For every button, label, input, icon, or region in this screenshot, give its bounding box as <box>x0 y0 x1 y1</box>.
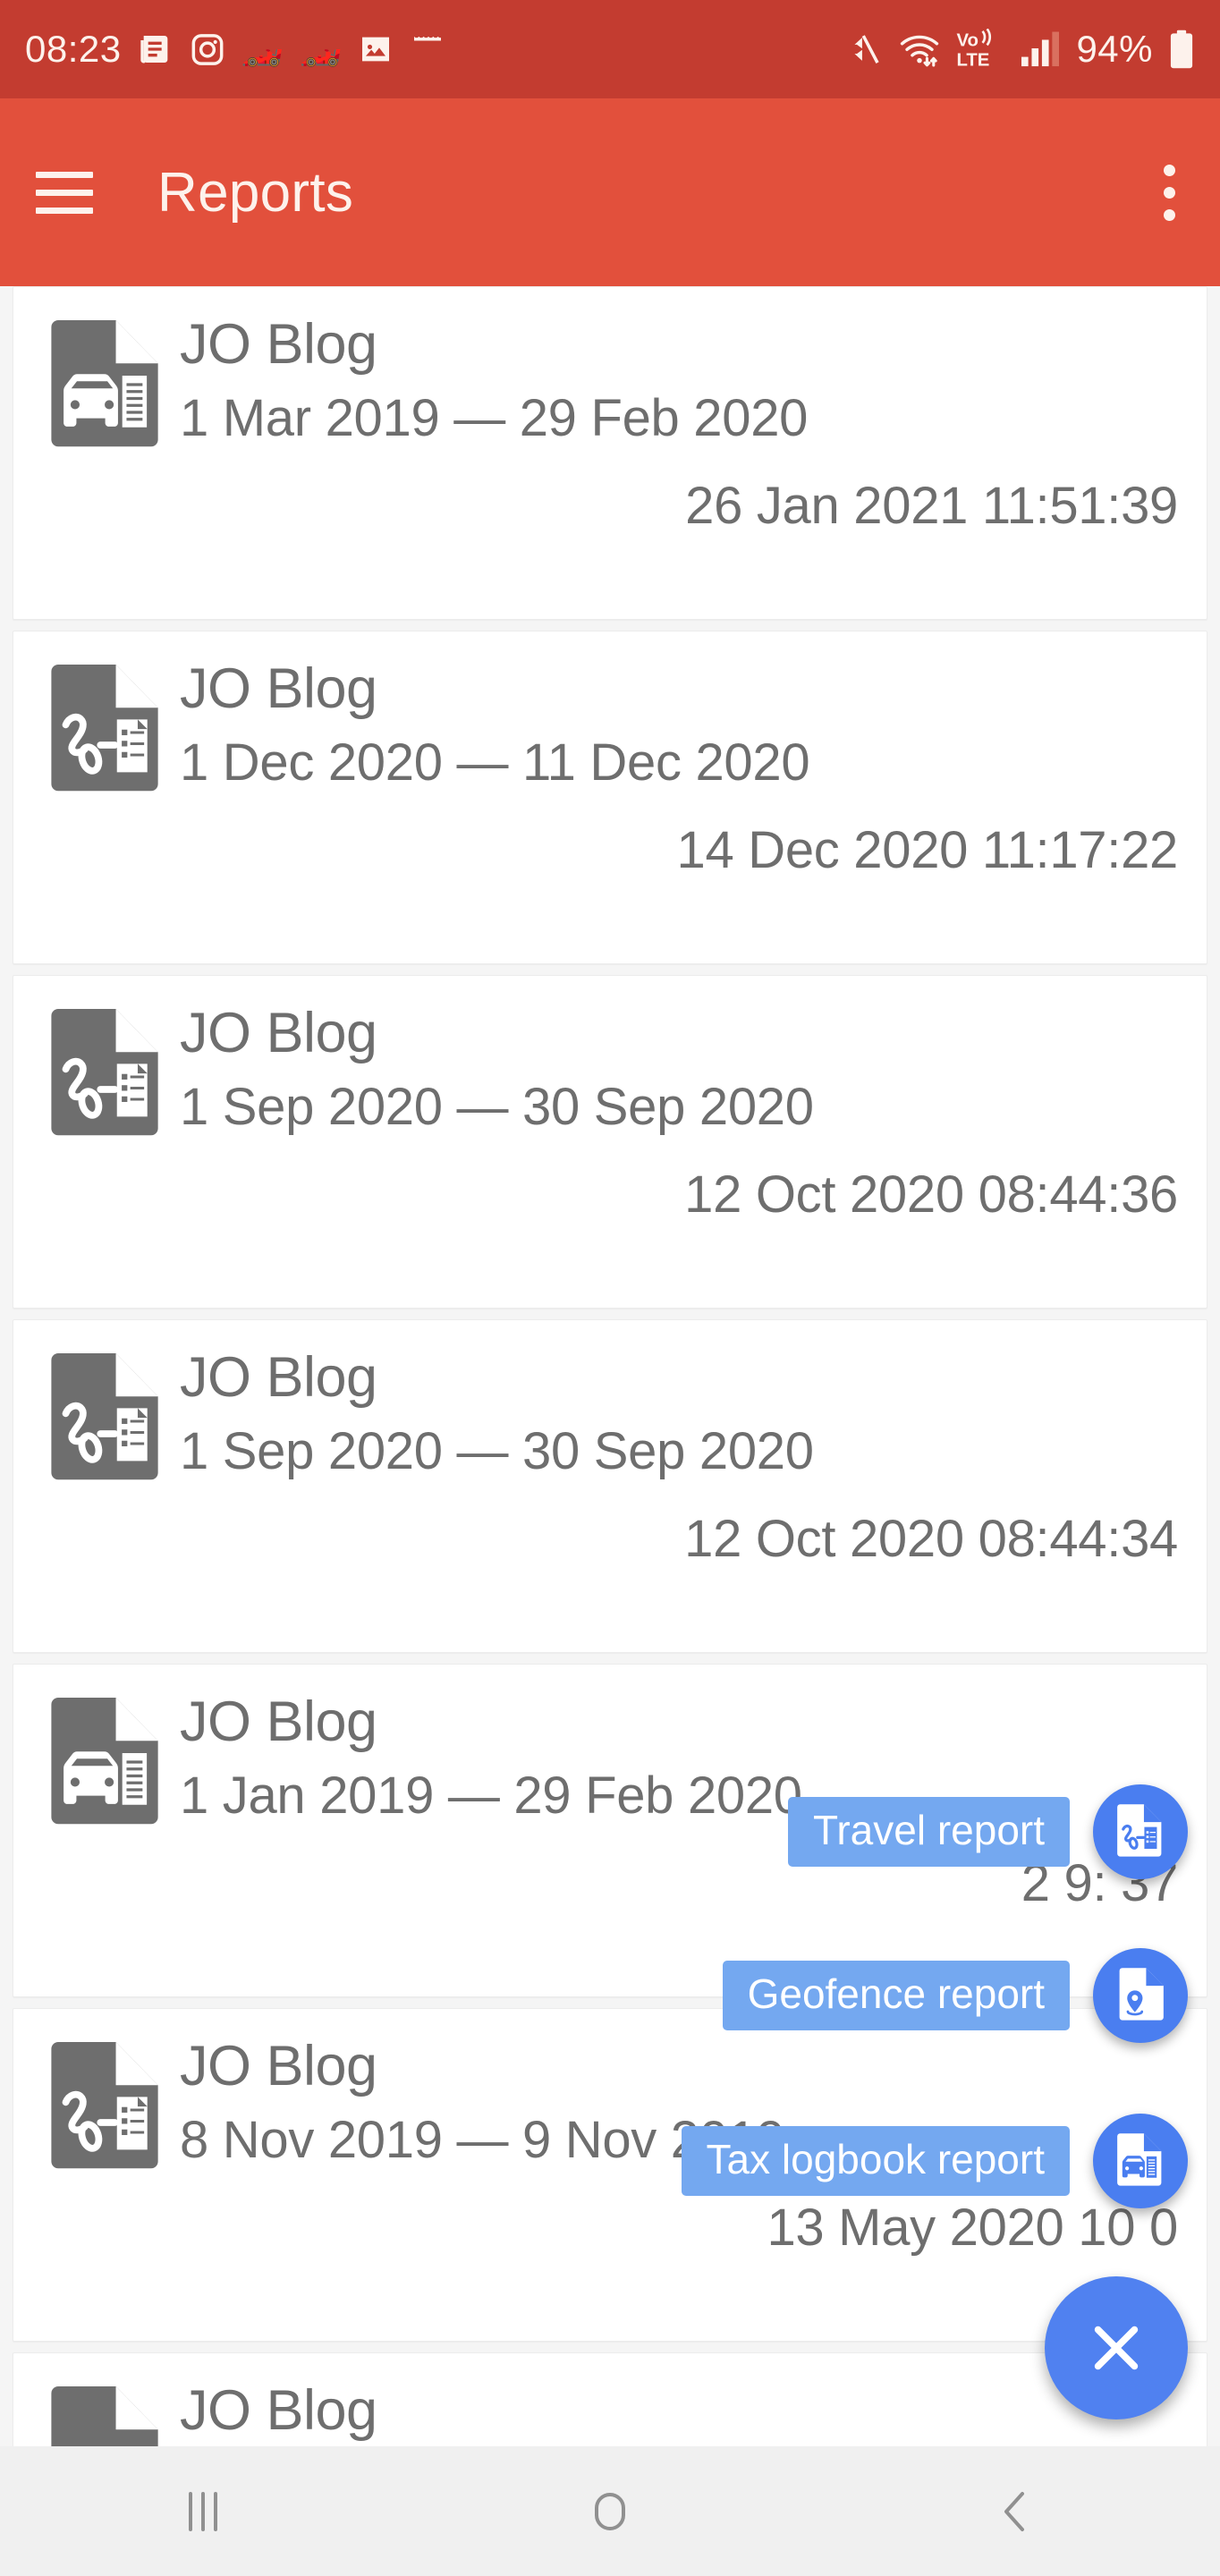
travel-document-icon <box>40 1006 174 1145</box>
news-feed-icon <box>138 30 174 68</box>
travel-document-icon <box>40 662 174 801</box>
gallery-image-icon <box>358 31 394 67</box>
travel-document-icon[interactable] <box>1093 1784 1188 1879</box>
status-bar-clock: 08:23 <box>25 28 122 70</box>
fab-action-label[interactable]: Travel report <box>787 1797 1070 1867</box>
fab-close-button[interactable] <box>1045 2276 1188 2419</box>
recents-button[interactable] <box>114 2446 292 2576</box>
wifi-icon <box>898 30 941 69</box>
tax-logbook-document-icon <box>40 318 174 456</box>
fab-action-label[interactable]: Geofence report <box>722 1961 1070 2030</box>
svg-text:Vo: Vo <box>957 30 979 50</box>
travel-document-icon <box>40 2039 174 2178</box>
status-bar-right: Vo LTE 94% <box>843 28 1195 71</box>
tax-logbook-document-icon[interactable] <box>1093 2114 1188 2208</box>
report-title: JO Blog <box>180 2035 377 2097</box>
notes-icon <box>410 31 445 68</box>
report-title: JO Blog <box>180 657 377 720</box>
signal-bars-icon <box>1020 30 1061 68</box>
report-title: JO Blog <box>180 1002 377 1064</box>
report-card[interactable]: JO Blog 1 Sep 2020 — 30 Sep 2020 12 Oct … <box>13 1319 1207 1653</box>
report-date-range: 1 Sep 2020 — 30 Sep 2020 <box>180 1078 814 1137</box>
hermes-emoji-icon: 🏎️ <box>241 30 284 68</box>
mute-icon <box>843 30 883 69</box>
home-icon <box>594 2492 625 2530</box>
svg-text:LTE: LTE <box>957 51 990 70</box>
instagram-icon <box>190 31 225 68</box>
tax-logbook-document-icon <box>40 2384 174 2446</box>
report-generated-at: 12 Oct 2020 08:44:36 <box>684 1165 1178 1224</box>
battery-icon <box>1168 30 1195 69</box>
report-card[interactable]: JO Blog 1 Mar 2019 — 29 Feb 2020 26 Jan … <box>13 286 1207 620</box>
system-navigation-bar <box>0 2446 1220 2576</box>
fab-action-geofence-report[interactable]: Geofence report <box>722 1948 1188 2043</box>
report-title: JO Blog <box>180 1346 377 1409</box>
fab-action-tax-logbook-report[interactable]: Tax logbook report <box>681 2114 1188 2208</box>
recents-icon <box>189 2491 218 2531</box>
hamburger-menu-icon[interactable] <box>36 171 93 214</box>
overflow-menu-icon[interactable] <box>1155 156 1184 230</box>
report-card[interactable]: JO Blog <box>13 2352 1207 2446</box>
report-date-range: 1 Sep 2020 — 30 Sep 2020 <box>180 1422 814 1481</box>
back-icon <box>1004 2491 1024 2531</box>
hermes-emoji-icon: 🏎️ <box>299 30 343 68</box>
volte-icon: Vo LTE <box>956 29 1004 70</box>
report-card[interactable]: JO Blog 1 Dec 2020 — 11 Dec 2020 14 Dec … <box>13 631 1207 964</box>
back-button[interactable] <box>928 2446 1106 2576</box>
close-icon <box>1094 2326 1139 2370</box>
report-card[interactable]: JO Blog 1 Sep 2020 — 30 Sep 2020 12 Oct … <box>13 975 1207 1309</box>
report-date-range: 1 Dec 2020 — 11 Dec 2020 <box>180 733 810 792</box>
page-title: Reports <box>157 161 354 224</box>
status-bar: 08:23 🏎️ 🏎️ Vo LTE 94% <box>0 0 1220 98</box>
geofence-document-icon[interactable] <box>1093 1948 1188 2043</box>
report-generated-at: 12 Oct 2020 08:44:34 <box>684 1510 1178 1568</box>
report-generated-at: 14 Dec 2020 11:17:22 <box>676 821 1179 879</box>
travel-document-icon <box>40 1351 174 1489</box>
fab-action-label[interactable]: Tax logbook report <box>681 2126 1070 2196</box>
home-button[interactable] <box>521 2446 699 2576</box>
report-title: JO Blog <box>180 1690 377 1753</box>
app-bar: Reports <box>0 98 1220 286</box>
report-title: JO Blog <box>180 2379 377 2442</box>
fab-action-travel-report[interactable]: Travel report <box>787 1784 1188 1879</box>
phone-screen: 08:23 🏎️ 🏎️ Vo LTE 94% Reports JO Blog 1… <box>0 0 1220 2576</box>
battery-percent-label: 94% <box>1076 28 1153 70</box>
report-date-range: 1 Mar 2019 — 29 Feb 2020 <box>180 389 809 448</box>
status-bar-left: 08:23 🏎️ 🏎️ <box>25 28 445 71</box>
report-title: JO Blog <box>180 313 377 376</box>
report-generated-at: 26 Jan 2021 11:51:39 <box>685 477 1178 535</box>
tax-logbook-document-icon <box>40 1695 174 1834</box>
